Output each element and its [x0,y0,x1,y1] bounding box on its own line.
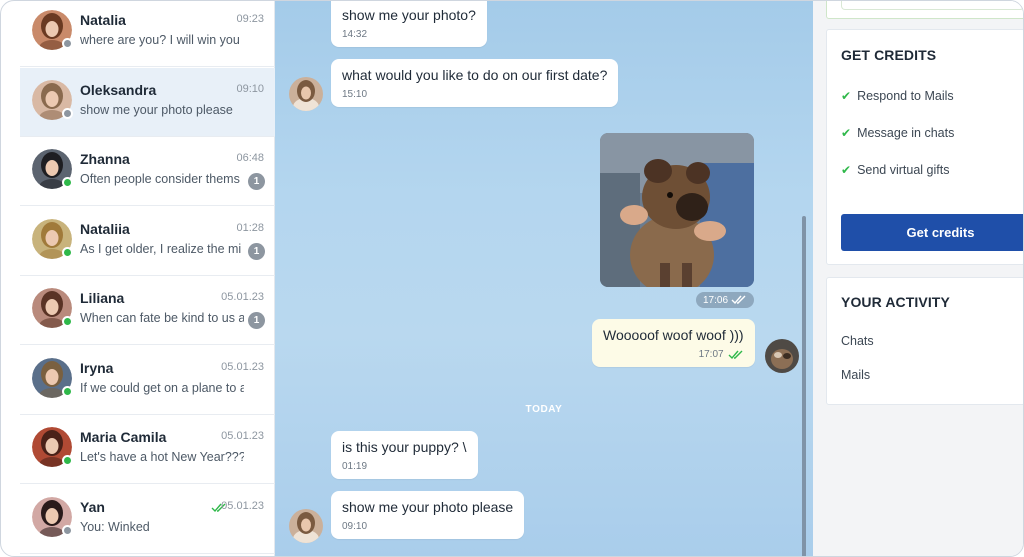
top-card-field [841,1,1023,10]
get-credits-title: GET CREDITS [841,47,937,63]
online-status-dot [62,246,73,258]
contact-preview: You: Winked [80,519,150,534]
chat-scrollbar[interactable] [802,216,806,556]
message-time: 15:10 [342,89,368,100]
contact-preview: show me your photo please [80,102,233,117]
get-credits-button[interactable]: Get credits [841,214,1023,251]
unread-badge: 1 [248,242,265,260]
contact-name: Nataliia [80,220,130,237]
own-message-bubble: Wooooof woof woof ))) 17:07 [592,319,755,367]
contact-name: Liliana [80,290,125,306]
contact-name: Iryna [80,359,114,376]
contact-row[interactable]: Liliana 05.01.23 When can fate be kind to … [20,276,275,345]
message-bubble: what would you like to do on our first d… [331,59,619,107]
contact-preview: As I get older, I realize the mi [80,241,242,256]
contact-avatar [32,357,73,398]
checkmark-icon: ✔ [841,163,852,177]
contact-preview: Let's have a hot New Year??? [80,450,244,464]
online-status-dot [62,385,73,397]
checkmark-icon: ✔ [841,89,852,103]
message-text: Wooooof woof woof ))) [603,327,744,343]
contact-avatar [32,288,73,328]
benefit-item: ✔ Respond to Mails [841,89,954,103]
unread-badge: 1 [248,173,265,190]
contact-preview: When can fate be kind to us a [80,311,244,325]
contact-row[interactable]: Maria Camila 05.01.23 Let's have a hot New… [20,415,275,484]
contact-time: 09:10 [236,82,264,95]
benefit-item: ✔ Send virtual gifts [841,163,949,177]
contact-row[interactable]: Oleksandra 09:10 show me your photo please [20,67,275,137]
contact-preview: where are you? I will win you [80,33,240,47]
contact-time: 01:28 [236,221,264,234]
contact-row[interactable]: Yan 05.01.23 You: Winked [20,485,275,554]
activity-link-mails[interactable]: Mails [841,368,870,382]
contact-name: Natalia [80,12,126,28]
contact-avatar [32,496,73,537]
contact-time: 05.01.23 [221,360,264,373]
own-avatar[interactable] [765,339,799,373]
double-check-icon [731,295,746,305]
activity-link-chats[interactable]: Chats [841,334,874,348]
contact-time: 09:23 [236,13,264,25]
contact-list: Natalia 09:23 where are you? I will win yo… [20,1,275,556]
offline-status-dot [62,38,73,49]
contact-avatar [32,79,73,120]
chat-area[interactable]: show me your photo? 14:32 what would you… [275,1,813,556]
contact-avatar [32,427,73,467]
unread-badge: 1 [248,312,265,329]
app-window: Natalia 09:23 where are you? I will win yo… [0,0,1024,557]
message-text: what would you like to do on our first d… [342,67,608,83]
contact-name: Maria Camila [80,429,167,445]
contact-name: Oleksandra [80,81,157,98]
message-bubble: show me your photo please 09:10 [331,491,525,539]
photo-timestamp: 17:06 [696,292,754,308]
contact-row[interactable]: Natalia 09:23 where are you? I will win yo… [20,1,275,67]
contact-avatar [32,149,73,189]
sender-avatar[interactable] [289,77,323,111]
contact-row[interactable]: Iryna 05.01.23 If we could get on a plane … [20,346,275,415]
your-activity-card: YOUR ACTIVITY Chats Mails [826,277,1023,405]
contact-preview: If we could get on a plane to a [80,380,244,395]
benefit-item: ✔ Message in chats [841,126,954,140]
contact-time: 05.01.23 [221,499,264,512]
sender-avatar[interactable] [289,509,323,543]
message-text: show me your photo? [342,7,476,23]
right-panel: GET CREDITS ✔ Respond to Mails ✔ Message… [813,1,1023,556]
checkmark-icon: ✔ [841,126,852,140]
online-status-dot [62,455,73,466]
contact-row[interactable]: Zhanna 06:48 Often people consider thems 1 [20,137,275,206]
online-status-dot [62,316,73,327]
offline-status-dot [62,107,73,119]
message-time: 17:06 [702,294,729,306]
double-check-icon [728,350,743,359]
benefit-label: Message in chats [857,126,955,140]
message-time: 09:10 [342,521,368,532]
top-card [826,1,1023,19]
contact-time: 05.01.23 [221,291,264,303]
message-time: 14:32 [342,29,368,40]
contact-avatar [32,10,73,50]
contact-avatar [32,218,73,259]
message-bubble: show me your photo? 14:32 [331,1,487,47]
message-text: is this your puppy? \ [342,439,467,455]
get-credits-card: GET CREDITS ✔ Respond to Mails ✔ Message… [826,29,1023,265]
message-bubble: is this your puppy? \ 01:19 [331,431,478,479]
contact-time: 06:48 [236,152,264,164]
benefit-label: Send virtual gifts [857,163,950,177]
offline-status-dot [62,524,73,536]
contact-preview: Often people consider thems [80,172,240,186]
message-time: 01:19 [342,461,368,472]
day-divider: TODAY [525,404,563,415]
contact-name: Yan [80,498,105,515]
message-time: 17:07 [698,349,724,360]
photo-message[interactable] [600,133,754,287]
dog-photo-icon [600,133,754,287]
message-text: show me your photo please [342,499,514,515]
benefit-label: Respond to Mails [857,89,954,103]
contact-time: 05.01.23 [221,430,264,442]
your-activity-title: YOUR ACTIVITY [841,294,950,310]
online-status-dot [62,177,73,188]
contact-name: Zhanna [80,151,130,167]
contact-row[interactable]: Nataliia 01:28 As I get older, I realize t… [20,207,275,276]
